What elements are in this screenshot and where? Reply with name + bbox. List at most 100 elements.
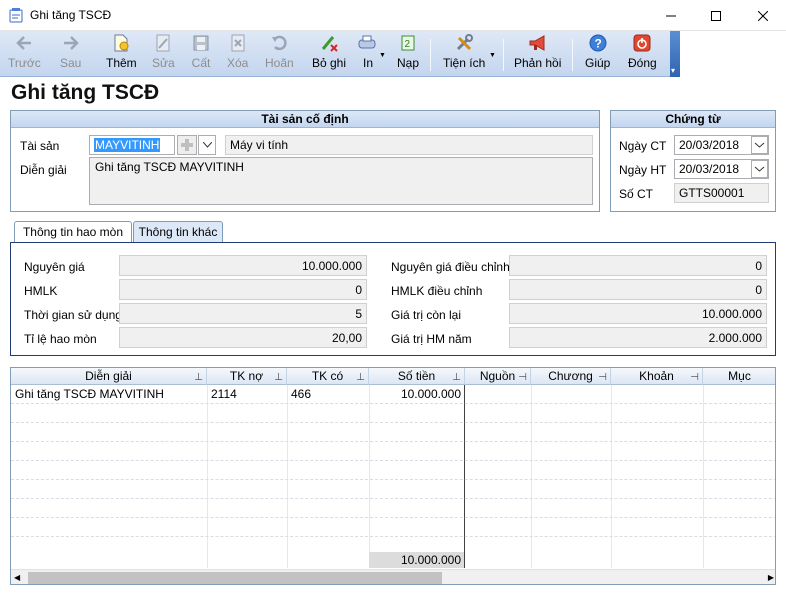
column-header-label: Mục <box>728 369 751 383</box>
undo-label: Hoãn <box>265 56 294 70</box>
accum-dep-field: 0 <box>119 279 367 300</box>
column-header-chapter[interactable]: Chương ⊣ <box>531 368 611 385</box>
column-header-section[interactable]: Khoản ⊣ <box>611 368 703 385</box>
close-window-button[interactable] <box>740 0 786 31</box>
column-header-amount[interactable]: Số tiền ⊥ <box>369 368 465 385</box>
calendar-dropdown-icon[interactable] <box>751 160 768 178</box>
voucher-no-field: GTTS00001 <box>674 183 769 203</box>
column-header-label: TK có <box>311 369 344 383</box>
arrow-left-icon <box>16 36 32 50</box>
annual-dep-field: 2.000.000 <box>509 327 767 348</box>
new-document-icon <box>114 34 129 52</box>
column-header-label: Chương <box>548 369 593 383</box>
pin-icon[interactable]: ⊣ <box>518 370 527 386</box>
description-input[interactable]: Ghi tăng TSCĐ MAYVITINH <box>89 157 593 205</box>
unpost-button[interactable]: Bỏ ghi <box>312 34 346 74</box>
maximize-icon <box>711 10 721 21</box>
unpost-label: Bỏ ghi <box>312 56 347 70</box>
tools-icon <box>457 34 474 51</box>
voucher-date-input[interactable]: 20/03/2018 <box>674 135 769 155</box>
cell-description[interactable]: Ghi tăng TSCĐ MAYVITINH <box>15 387 164 401</box>
pin-icon[interactable]: ⊣ <box>598 370 607 386</box>
power-icon <box>633 34 651 52</box>
app-icon <box>9 8 23 23</box>
column-header-credit[interactable]: TK có ⊥ <box>287 368 369 385</box>
scrollbar-thumb[interactable] <box>28 572 442 584</box>
prev-label: Trước <box>8 56 41 70</box>
column-header-label: Khoản <box>639 369 674 383</box>
toolbar-overflow-button[interactable]: ▾ <box>670 31 680 77</box>
toolbar: Trước Sau Thêm Sửa Cất Xóa Hoãn Bỏ ghi I… <box>0 31 670 77</box>
pin-icon[interactable]: ⊥ <box>274 370 283 386</box>
save-icon <box>193 35 209 51</box>
close-icon <box>758 10 768 21</box>
load-icon: 2 <box>401 35 415 51</box>
help-icon: ? <box>589 34 607 52</box>
tab-other-info[interactable]: Thông tin khác <box>133 221 223 243</box>
page-title: Ghi tăng TSCĐ <box>11 81 160 104</box>
voucher-no-label: Số CT <box>619 187 654 201</box>
add-label: Thêm <box>106 56 137 70</box>
close-label: Đóng <box>628 56 657 70</box>
remaining-value-field: 10.000.000 <box>509 303 767 324</box>
print-dropdown-icon[interactable]: ▼ <box>379 52 386 59</box>
voucher-group: Chứng từ Ngày CT 20/03/2018 Ngày HT 20/0… <box>610 110 776 212</box>
cell-amount[interactable]: 10.000.000 <box>369 387 461 401</box>
column-header-item[interactable]: Mục <box>703 368 775 385</box>
maximize-button[interactable] <box>693 0 739 31</box>
dep-rate-label: Tỉ lệ hao mòn <box>24 332 97 346</box>
utilities-dropdown-icon[interactable]: ▼ <box>489 52 496 59</box>
pin-icon[interactable]: ⊣ <box>690 370 699 386</box>
posting-date-label: Ngày HT <box>619 163 667 177</box>
pin-icon[interactable]: ⊥ <box>356 370 365 386</box>
utilities-button[interactable]: Tiện ích <box>443 34 485 74</box>
undo-button[interactable]: Hoãn <box>265 34 294 74</box>
scroll-right-icon[interactable]: ▶ <box>768 573 774 582</box>
next-button[interactable]: Sau <box>60 34 81 74</box>
column-header-debit[interactable]: TK nợ ⊥ <box>207 368 287 385</box>
annual-dep-label: Giá trị HM năm <box>391 332 472 346</box>
adj-accum-field: 0 <box>509 279 767 300</box>
horizontal-scrollbar[interactable]: ◀ ▶ <box>11 569 775 584</box>
column-header-source[interactable]: Nguồn ⊣ <box>465 368 531 385</box>
calendar-dropdown-icon[interactable] <box>751 136 768 154</box>
close-button[interactable]: Đóng <box>628 34 657 74</box>
print-button[interactable]: In <box>358 34 378 74</box>
load-button[interactable]: 2 Nạp <box>397 34 419 74</box>
window-title: Ghi tăng TSCĐ <box>30 8 112 22</box>
scroll-left-icon[interactable]: ◀ <box>14 573 20 582</box>
chevron-down-icon <box>202 142 212 148</box>
entries-grid[interactable]: Diễn giải ⊥ TK nợ ⊥ TK có ⊥ Số tiền ⊥ Nguồn ⊣… <box>10 367 776 585</box>
column-header-description[interactable]: Diễn giải ⊥ <box>11 368 207 385</box>
save-button[interactable]: Cất <box>191 34 211 74</box>
pin-icon[interactable]: ⊥ <box>452 370 461 386</box>
utilities-label: Tiện ích <box>443 56 486 70</box>
cell-credit-account[interactable]: 466 <box>291 387 311 401</box>
help-button[interactable]: ? Giúp <box>585 34 610 74</box>
adj-accum-label: HMLK điều chỉnh <box>391 284 483 298</box>
adj-cost-label: Nguyên giá điều chỉnh <box>391 260 510 274</box>
column-header-label: Số tiền <box>397 369 436 383</box>
edit-button[interactable]: Sửa <box>152 34 175 74</box>
original-cost-field: 10.000.000 <box>119 255 367 276</box>
column-header-label: Nguồn <box>479 369 516 383</box>
useful-life-label: Thời gian sử dụng <box>24 308 122 322</box>
prev-button[interactable]: Trước <box>8 34 41 74</box>
posting-date-input[interactable]: 20/03/2018 <box>674 159 769 179</box>
add-button[interactable]: Thêm <box>106 34 137 74</box>
useful-life-field: 5 <box>119 303 367 324</box>
feedback-button[interactable]: Phản hồi <box>514 34 561 74</box>
asset-group: Tài sản cố định Tài sản MAYVITINH Máy vi… <box>10 110 600 212</box>
dep-rate-field: 20,00 <box>119 327 367 348</box>
asset-code-value: MAYVITINH <box>94 138 161 152</box>
save-label: Cất <box>191 56 211 70</box>
cell-debit-account[interactable]: 2114 <box>211 387 237 401</box>
minimize-button[interactable] <box>648 0 694 31</box>
pin-icon[interactable]: ⊥ <box>194 370 203 386</box>
tab-depreciation-info[interactable]: Thông tin hao mòn <box>14 221 132 243</box>
description-label: Diễn giải <box>20 163 67 177</box>
asset-dropdown-button[interactable] <box>198 135 216 155</box>
add-asset-button[interactable] <box>177 135 197 155</box>
delete-button[interactable]: Xóa <box>227 34 248 74</box>
asset-code-input[interactable]: MAYVITINH <box>89 135 175 155</box>
